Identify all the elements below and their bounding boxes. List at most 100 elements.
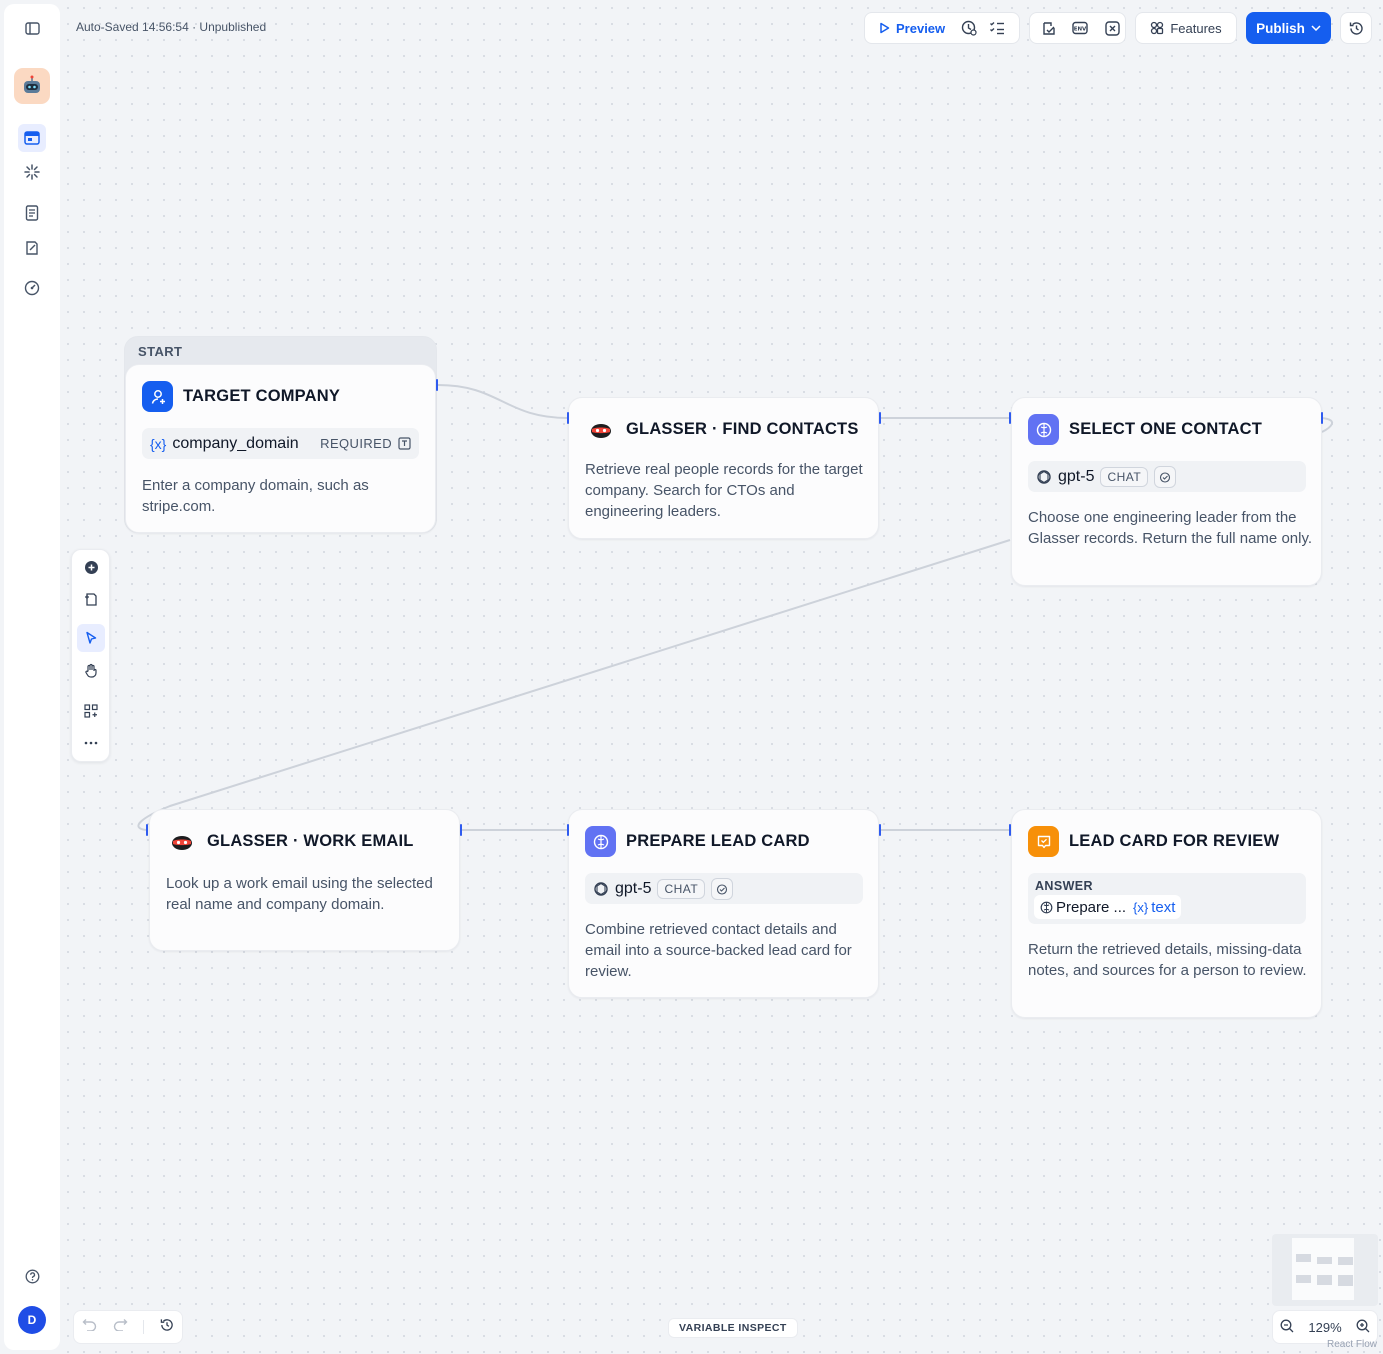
node-description: Combine retrieved contact details and em… — [585, 921, 852, 980]
minimap[interactable] — [1272, 1234, 1378, 1306]
publish-button[interactable]: Publish — [1246, 12, 1331, 44]
checklist-icon[interactable] — [985, 16, 1009, 40]
zoom-level[interactable]: 129% — [1308, 1320, 1341, 1335]
pointer-tool-icon[interactable] — [77, 624, 105, 652]
node-description: Look up a work email using the selected … — [166, 875, 433, 913]
llm-small-icon — [1040, 901, 1053, 913]
answer-icon — [1028, 826, 1059, 857]
node-description: Return the retrieved details, missing-da… — [1028, 941, 1307, 979]
start-label: START — [138, 344, 183, 359]
variable-name: company_domain — [172, 434, 299, 452]
source-handle[interactable] — [436, 379, 438, 391]
llm-icon — [1028, 414, 1059, 445]
features-button[interactable]: Features — [1135, 12, 1237, 44]
answer-var-name: text — [1151, 898, 1176, 916]
preview-label: Preview — [896, 20, 946, 36]
zoom-out-icon[interactable] — [1280, 1319, 1294, 1336]
variable-prefix: {x} — [150, 435, 167, 452]
svg-text:ENV: ENV — [1074, 27, 1087, 33]
features-label: Features — [1170, 20, 1222, 36]
link-check-icon[interactable] — [1036, 16, 1060, 40]
mode-badge: CHAT — [1100, 466, 1149, 487]
start-user-icon — [142, 381, 173, 412]
node-description: Retrieve real people records for the tar… — [585, 461, 863, 520]
source-handle[interactable] — [460, 824, 462, 836]
preview-button[interactable]: Preview — [871, 16, 953, 40]
node-prepare-lead-card[interactable]: PREPARE LEAD CARD gpt-5 CHAT Combine ret… — [568, 809, 879, 998]
node-lead-card-for-review[interactable]: LEAD CARD FOR REVIEW ANSWER Prepare ... … — [1011, 809, 1322, 1018]
undo-icon[interactable] — [82, 1318, 97, 1336]
node-title: LEAD CARD FOR REVIEW — [1069, 832, 1280, 850]
node-target-company[interactable]: TARGET COMPANY {x} company_domain REQUIR… — [125, 364, 436, 533]
add-note-icon[interactable] — [77, 585, 105, 613]
openai-icon — [1037, 469, 1051, 484]
chevron-down-icon — [1311, 25, 1321, 31]
llm-icon — [585, 826, 616, 857]
node-select-one-contact[interactable]: SELECT ONE CONTACT gpt-5 CHAT Choose one… — [1011, 397, 1322, 586]
react-flow-attribution[interactable]: React Flow — [1327, 1339, 1377, 1350]
glasser-icon — [585, 414, 616, 445]
required-label: REQUIRED — [320, 436, 392, 451]
edge-select-loop — [1321, 417, 1334, 433]
checklist-run-icon[interactable] — [957, 16, 981, 40]
conversation-variables-icon[interactable] — [1100, 16, 1124, 40]
features-content: Features — [1146, 16, 1225, 40]
redo-icon[interactable] — [113, 1318, 128, 1336]
change-history-icon[interactable] — [160, 1318, 174, 1337]
model-selector[interactable]: gpt-5 CHAT — [1028, 461, 1306, 492]
variable-inspect-button[interactable]: VARIABLE INSPECT — [668, 1318, 798, 1338]
publish-label: Publish — [1256, 20, 1305, 36]
target-handle[interactable] — [1009, 412, 1011, 424]
answer-label: ANSWER — [1035, 879, 1093, 893]
openai-icon — [594, 881, 608, 896]
model-settings-icon[interactable] — [711, 877, 734, 900]
node-work-email[interactable]: GLASSER · WORK EMAIL Look up a work emai… — [149, 809, 460, 951]
input-variable-chip[interactable]: {x} company_domain REQUIRED — [142, 428, 419, 459]
hand-tool-icon[interactable] — [77, 656, 105, 684]
target-handle[interactable] — [567, 412, 569, 424]
answer-source: Prepare ... — [1056, 898, 1127, 916]
play-icon — [880, 22, 890, 34]
edges-layer — [137, 384, 1334, 831]
divider — [143, 1320, 145, 1334]
edge-start-find — [437, 384, 569, 419]
node-title: PREPARE LEAD CARD — [626, 832, 810, 850]
node-description: Enter a company domain, such as stripe.c… — [142, 477, 369, 515]
more-icon[interactable] — [77, 729, 105, 757]
history-icon — [1349, 21, 1363, 35]
add-node-icon[interactable] — [77, 553, 105, 581]
answer-box: ANSWER Prepare ... {x} text — [1028, 873, 1306, 924]
organize-blocks-icon[interactable] — [77, 697, 105, 725]
target-handle[interactable] — [567, 824, 569, 836]
glasser-icon — [166, 826, 197, 857]
text-input-icon — [398, 437, 411, 450]
autosave-status: Auto-Saved 14:56:54 · Unpublished — [76, 20, 267, 34]
node-title: GLASSER · FIND CONTACTS — [626, 420, 859, 438]
undo-redo-group — [73, 1310, 183, 1344]
answer-variable-ref[interactable]: Prepare ... {x} text — [1034, 895, 1182, 919]
zoom-in-icon[interactable] — [1356, 1319, 1370, 1336]
node-description: Choose one engineering leader from the G… — [1028, 509, 1313, 547]
model-name: gpt-5 — [1058, 467, 1095, 485]
model-selector[interactable]: gpt-5 CHAT — [585, 873, 863, 904]
tool-palette — [71, 549, 110, 762]
node-find-contacts[interactable]: GLASSER · FIND CONTACTS Retrieve real pe… — [568, 397, 879, 539]
source-handle[interactable] — [879, 824, 881, 836]
env-toolbar-group: ENV — [1029, 12, 1126, 44]
model-name: gpt-5 — [615, 879, 652, 897]
env-variables-icon[interactable]: ENV — [1068, 16, 1092, 40]
node-title: GLASSER · WORK EMAIL — [207, 832, 414, 850]
features-icon — [1151, 21, 1164, 35]
version-history-button[interactable] — [1340, 12, 1372, 44]
source-handle[interactable] — [1321, 412, 1323, 424]
answer-var-prefix: {x} — [1133, 899, 1149, 915]
edge-select-email — [137, 539, 1011, 831]
node-title: TARGET COMPANY — [183, 387, 341, 405]
target-handle[interactable] — [1009, 824, 1011, 836]
target-handle[interactable] — [146, 824, 148, 836]
preview-toolbar-group: Preview — [864, 12, 1020, 44]
node-title: SELECT ONE CONTACT — [1069, 420, 1263, 438]
source-handle[interactable] — [879, 412, 881, 424]
model-settings-icon[interactable] — [1154, 465, 1177, 488]
mode-badge: CHAT — [657, 878, 706, 899]
